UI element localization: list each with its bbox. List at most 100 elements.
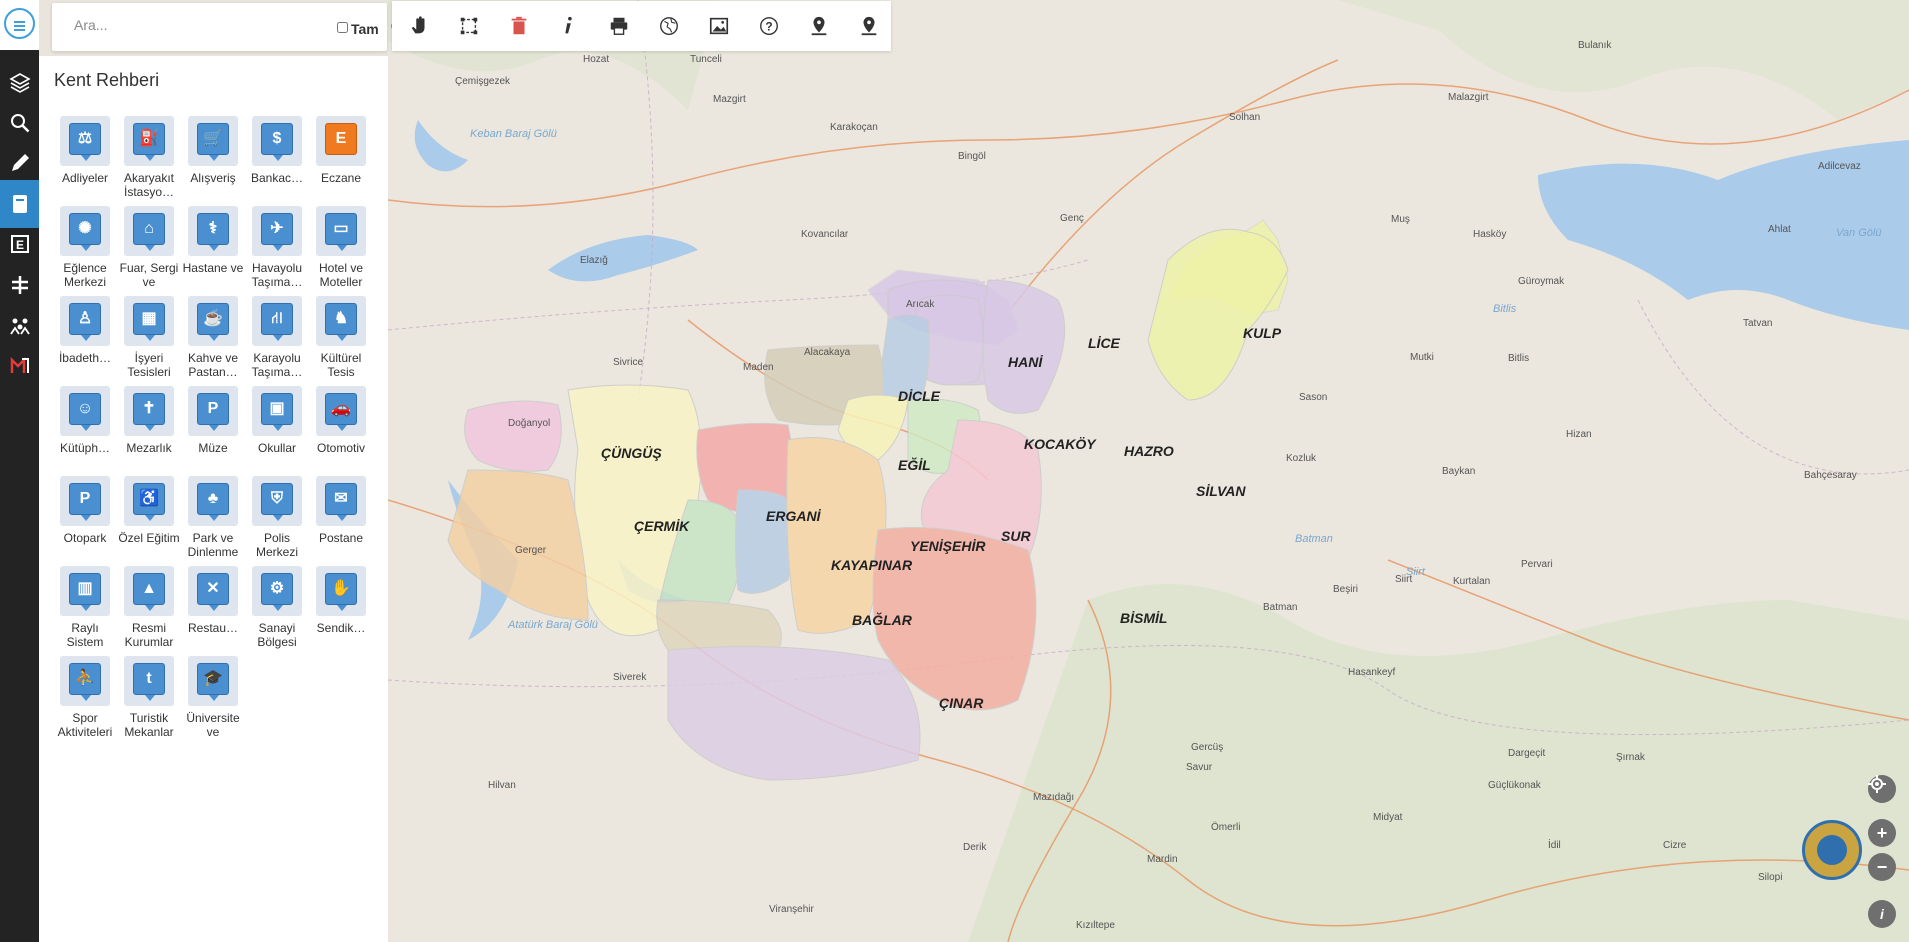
- search-icon: [10, 113, 29, 132]
- layers-icon: [8, 73, 31, 93]
- poi-category-12[interactable]: ☕ Kahve ve Pastan…: [181, 296, 245, 379]
- globe-tool-button[interactable]: [656, 13, 682, 39]
- zoom-in-button[interactable]: +: [1868, 819, 1896, 847]
- help-icon: ?: [760, 17, 778, 35]
- svg-text:Ömerli: Ömerli: [1211, 821, 1240, 833]
- delete-tool-button[interactable]: [506, 13, 532, 39]
- locate-me-button[interactable]: [1868, 775, 1896, 803]
- zoom-out-button[interactable]: −: [1868, 853, 1896, 881]
- poi-category-30[interactable]: ⛹ Spor Aktiviteleri: [53, 656, 117, 739]
- poi-category-label: Park ve Dinlenme: [187, 531, 239, 559]
- svg-text:KAYAPINAR: KAYAPINAR: [831, 557, 913, 573]
- caduceus-icon: ⚕: [188, 206, 238, 256]
- svg-text:Bitlis: Bitlis: [1493, 303, 1517, 315]
- population-icon: [9, 318, 30, 335]
- poi-category-27[interactable]: ✕ Restau…: [181, 566, 245, 635]
- svg-text:Çemişgezek: Çemişgezek: [455, 76, 511, 87]
- svg-text:Solhan: Solhan: [1229, 112, 1260, 123]
- rail-municipality-logo-button[interactable]: [0, 342, 39, 390]
- poi-category-22[interactable]: ♣ Park ve Dinlenme: [181, 476, 245, 559]
- poi-category-15[interactable]: ☺ Kütüph…: [53, 386, 117, 455]
- svg-text:Beşiri: Beşiri: [1333, 584, 1358, 595]
- location-pin-tool-button[interactable]: [806, 13, 832, 39]
- pharmacy-icon: E: [10, 235, 29, 253]
- location-pin-2-tool-button[interactable]: [856, 13, 882, 39]
- poi-category-25[interactable]: ▥ Raylı Sistem: [53, 566, 117, 649]
- municipality-logo-icon: [10, 356, 29, 373]
- poi-category-17[interactable]: P Müze: [181, 386, 245, 455]
- print-tool-button[interactable]: [606, 13, 632, 39]
- poi-category-26[interactable]: ▲ Resmi Kurumlar: [117, 566, 181, 649]
- main-menu-button[interactable]: [4, 8, 35, 39]
- poi-category-label: Hastane ve: [182, 261, 244, 275]
- pan-hand-tool-button[interactable]: [406, 13, 432, 39]
- poi-category-31[interactable]: t Turistik Mekanlar: [117, 656, 181, 739]
- poi-category-2[interactable]: 🛒 Alışveriş: [181, 116, 245, 185]
- help-tool-button[interactable]: ?: [756, 13, 782, 39]
- poi-category-29[interactable]: ✋ Sendik…: [309, 566, 373, 635]
- bed-icon: ▭: [316, 206, 366, 256]
- poi-category-label: Akaryakıt İstasyo…: [123, 171, 174, 199]
- svg-text:ÇERMİK: ÇERMİK: [634, 518, 690, 534]
- svg-text:ÇÜNGÜŞ: ÇÜNGÜŞ: [601, 445, 662, 461]
- info-tool-button[interactable]: [556, 13, 582, 39]
- poi-category-8[interactable]: ✈ Havayolu Taşıma…: [245, 206, 309, 289]
- parking-icon: P: [60, 476, 110, 526]
- svg-text:Karakoçan: Karakoçan: [830, 122, 878, 133]
- poi-category-23[interactable]: ⛨ Polis Merkezi: [245, 476, 309, 559]
- poi-category-label: Polis Merkezi: [255, 531, 298, 559]
- sport-icon: ⛹: [60, 656, 110, 706]
- svg-text:YENİŞEHİR: YENİŞEHİR: [910, 538, 986, 554]
- exact-match-checkbox[interactable]: [337, 22, 348, 33]
- poi-category-13[interactable]: ⛙ Karayolu Taşıma…: [245, 296, 309, 379]
- map-canvas[interactable]: KULP LİCE HANİ DİCLE ÇÜNGÜŞ ERGANİ EĞİL …: [388, 0, 1909, 942]
- svg-text:Cizre: Cizre: [1663, 840, 1687, 851]
- svg-text:Muş: Muş: [1391, 214, 1410, 225]
- svg-text:Atatürk Baraj Gölü: Atatürk Baraj Gölü: [507, 619, 598, 631]
- fuel-pump-icon: ⛽: [124, 116, 174, 166]
- poi-category-1[interactable]: ⛽ Akaryakıt İstasyo…: [117, 116, 181, 199]
- graduation-cap-icon: 🎓: [188, 656, 238, 706]
- globe-icon: [660, 17, 678, 35]
- poi-category-10[interactable]: ♙ İbadeth…: [53, 296, 117, 365]
- svg-text:KOCAKÖY: KOCAKÖY: [1024, 436, 1097, 452]
- svg-text:Silopi: Silopi: [1758, 872, 1782, 883]
- poi-category-11[interactable]: ▦ İşyeri Tesisleri: [117, 296, 181, 379]
- poi-category-0[interactable]: ⚖ Adliyeler: [53, 116, 117, 185]
- map-info-button[interactable]: i: [1868, 900, 1896, 928]
- poi-category-18[interactable]: ▣ Okullar: [245, 386, 309, 455]
- image-export-tool-button[interactable]: [706, 13, 732, 39]
- poi-category-9[interactable]: ▭ Hotel ve Moteller: [309, 206, 373, 289]
- svg-text:Adilcevaz: Adilcevaz: [1818, 161, 1861, 172]
- svg-text:Arıcak: Arıcak: [906, 299, 935, 310]
- svg-text:Sivrice: Sivrice: [613, 357, 643, 368]
- search-input[interactable]: [74, 17, 274, 33]
- poi-category-4[interactable]: E Eczane: [309, 116, 373, 185]
- poi-category-24[interactable]: ✉ Postane: [309, 476, 373, 545]
- poi-category-label: Alışveriş: [190, 171, 236, 185]
- svg-text:Pervari: Pervari: [1521, 559, 1553, 570]
- svg-text:Bulanık: Bulanık: [1578, 40, 1612, 51]
- poi-category-14[interactable]: ♞ Kültürel Tesis: [309, 296, 373, 379]
- svg-text:Hasköy: Hasköy: [1473, 229, 1506, 240]
- svg-text:Bingöl: Bingöl: [958, 151, 986, 162]
- poi-category-32[interactable]: 🎓 Üniversite ve: [181, 656, 245, 739]
- poi-category-20[interactable]: P Otopark: [53, 476, 117, 545]
- svg-text:Savur: Savur: [1186, 762, 1213, 773]
- svg-text:Baykan: Baykan: [1442, 466, 1475, 477]
- svg-text:Alacakaya: Alacakaya: [804, 347, 851, 358]
- poi-category-7[interactable]: ⚕ Hastane ve: [181, 206, 245, 275]
- svg-text:Derik: Derik: [963, 842, 987, 853]
- poi-category-21[interactable]: ♿ Özel Eğitim: [117, 476, 181, 545]
- svg-text:Gerger: Gerger: [515, 545, 547, 556]
- select-area-tool-button[interactable]: [456, 13, 482, 39]
- svg-text:?: ?: [765, 20, 772, 34]
- poi-category-19[interactable]: 🚗 Otomotiv: [309, 386, 373, 455]
- poi-category-6[interactable]: ⌂ Fuar, Sergi ve: [117, 206, 181, 289]
- poi-category-5[interactable]: ✺ Eğlence Merkezi: [53, 206, 117, 289]
- panel-title: Kent Rehberi: [54, 70, 160, 90]
- poi-category-3[interactable]: $ Bankac…: [245, 116, 309, 185]
- svg-text:Mazgirt: Mazgirt: [713, 94, 746, 105]
- poi-category-16[interactable]: ✝ Mezarlık: [117, 386, 181, 455]
- poi-category-28[interactable]: ⚙ Sanayi Bölgesi: [245, 566, 309, 649]
